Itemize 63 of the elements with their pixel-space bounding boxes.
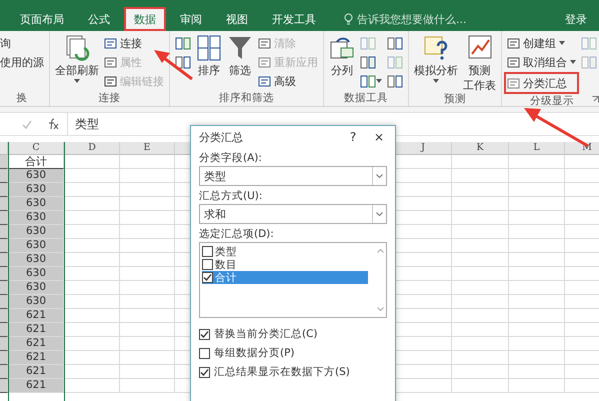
field-label: 汇总方式(U): [199,189,264,203]
table-cell: 621 [9,309,64,323]
ribbon-button[interactable]: 预测 工作表 [463,34,496,92]
dialog-title: 分类汇总 [199,130,244,144]
column-header[interactable]: J [395,142,452,155]
ribbon-tab[interactable]: 开发工具 [262,7,326,31]
table-cell: 630 [9,211,64,225]
field-label: 分类字段(A): [199,151,263,165]
group-label: 连接 [98,91,120,106]
table-cell: 621 [9,365,64,379]
group-label: 换 [16,91,28,106]
table-cell: 621 [9,323,64,337]
table-cell: 630 [9,267,64,281]
column-header[interactable]: K [452,142,509,155]
table-cell: 621 [9,379,64,393]
ribbon-button[interactable]: 创建组 [507,34,576,52]
list-item[interactable]: 数目 [202,258,368,271]
dropdown-field[interactable]: 类型 [199,166,387,186]
option-label: 汇总结果显示在数据下方(S) [214,365,350,379]
formula-value[interactable]: 类型 [68,116,99,132]
ribbon-button[interactable]: 全部刷新 [55,34,99,84]
option-label: 每组数据分页(P) [214,346,295,360]
tell-me-field[interactable]: 告诉我您想要做什么... [344,7,466,31]
table-cell: 630 [9,239,64,253]
table-cell: 630 [9,197,64,211]
ribbon-tab[interactable]: 数据 [124,7,166,31]
table-cell: 合计 [9,155,64,169]
list-item[interactable]: 类型 [202,245,368,258]
sign-in-link[interactable]: 登录 [553,7,599,31]
table-cell: 630 [9,225,64,239]
ribbon-button[interactable]: 高级 [258,72,318,90]
ribbon-button[interactable]: 使用的源 [0,53,44,71]
table-cell: 630 [9,183,64,197]
column-header[interactable]: D [65,142,120,155]
ribbon-tab[interactable]: 审阅 [170,7,212,31]
table-cell: 630 [9,169,64,183]
column-header[interactable]: C [9,142,64,155]
table-cell: 630 [9,281,64,295]
group-label: 分级显示 [530,94,574,108]
table-cell: 621 [9,337,64,351]
column-header[interactable]: L [509,142,565,155]
dropdown-field[interactable]: 求和 [199,204,387,224]
ribbon-tab[interactable]: 页面布局 [10,7,74,31]
option-label: 替换当前分类汇总(C) [214,327,318,341]
ribbon-button[interactable]: 询 [0,34,44,52]
group-label: 排序和筛选 [219,91,274,106]
group-label: 预测 [444,92,466,106]
ribbon-button[interactable]: 连接 [104,34,164,52]
ribbon-button[interactable]: 模拟分析 [414,34,458,84]
table-cell: 621 [9,351,64,365]
field-label: 选定汇总项(D): [199,227,275,241]
ribbon-button[interactable]: 取消组合 [507,53,576,71]
column-header[interactable]: E [120,142,175,155]
group-label: 数据工具 [344,91,388,106]
help-button[interactable]: ? [345,130,361,144]
ribbon-button[interactable]: 排序 [196,34,222,78]
table-cell: 630 [9,295,64,309]
ribbon-tab[interactable]: 公式 [78,7,120,31]
close-button[interactable]: × [371,130,387,144]
ribbon-tab[interactable]: 视图 [216,7,258,31]
ribbon-button[interactable]: 筛选 [227,34,253,78]
table-cell: 630 [9,253,64,267]
ribbon-button[interactable]: 分列 [329,34,355,78]
